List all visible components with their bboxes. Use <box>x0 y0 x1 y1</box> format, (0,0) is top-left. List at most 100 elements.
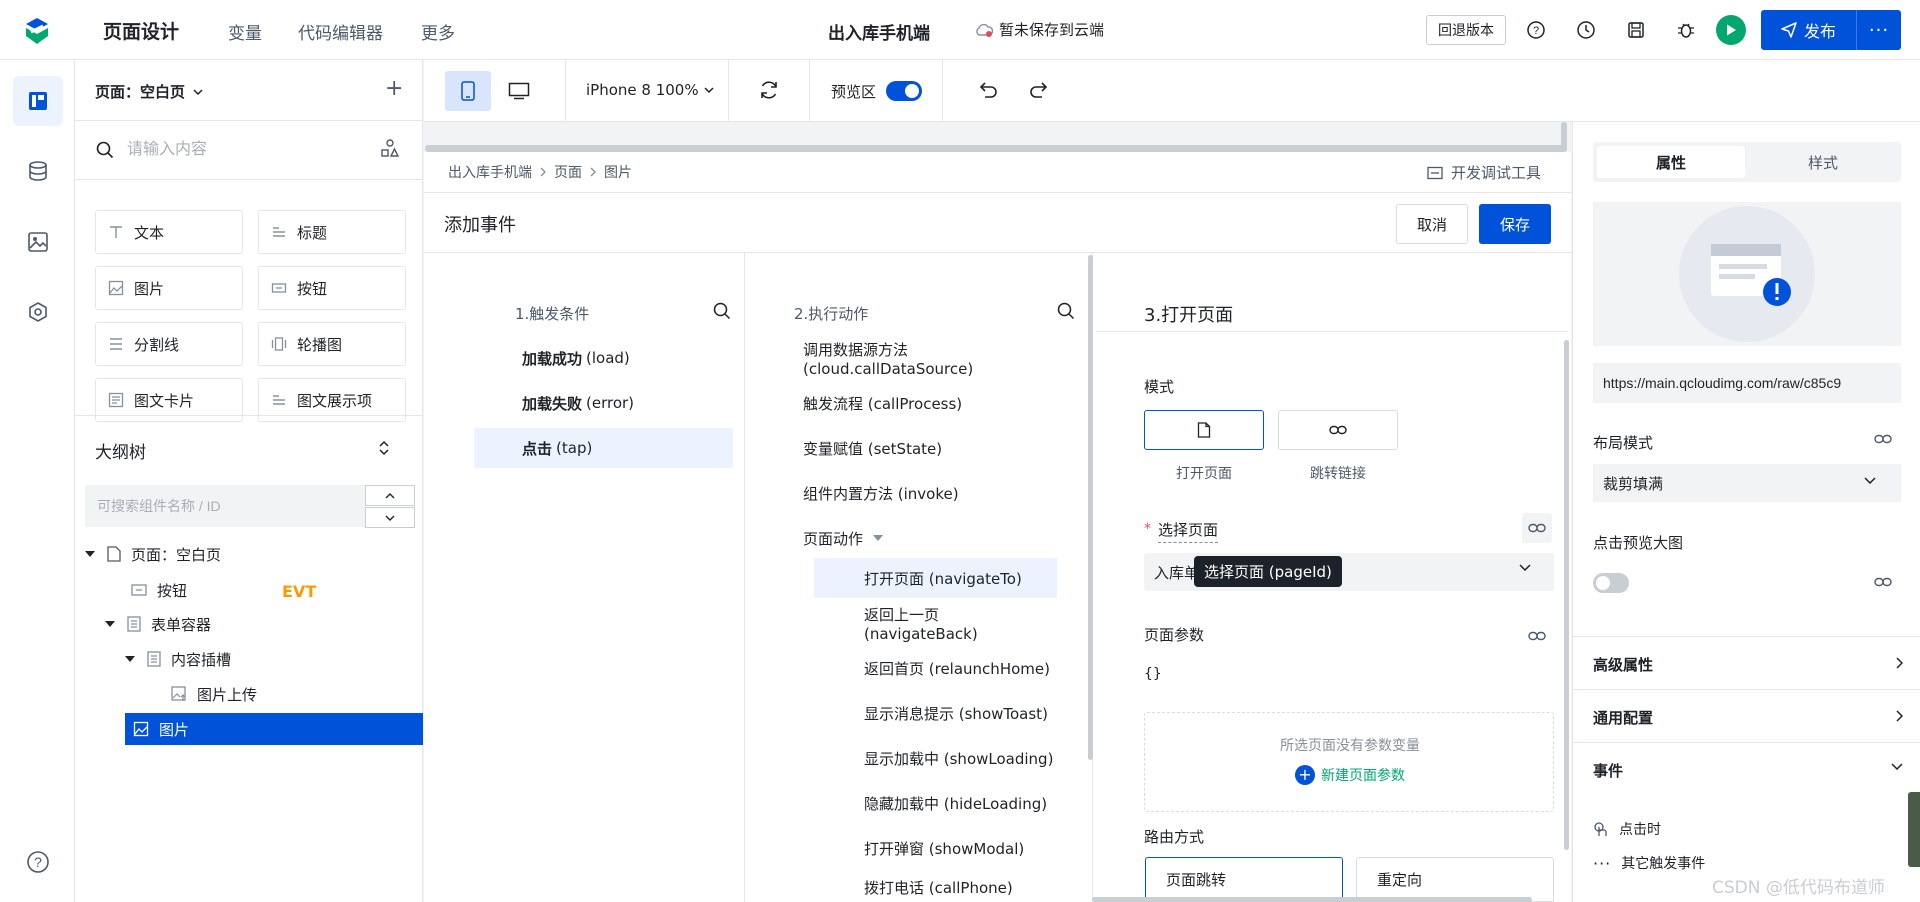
trigger-error[interactable]: 加载失败 (error) <box>474 383 734 423</box>
caret-down-icon[interactable] <box>125 654 135 664</box>
save-icon[interactable] <box>1624 18 1648 42</box>
device-size-select[interactable]: iPhone 8 100% <box>586 81 714 99</box>
canvas-vertical-scrollbar[interactable] <box>1561 122 1567 152</box>
action-navigate-back[interactable]: 返回上一页 (navigateBack) <box>814 603 1057 643</box>
image-preview[interactable] <box>1593 202 1901 346</box>
component-text[interactable]: 文本 <box>95 210 243 254</box>
canvas-horizontal-scrollbar[interactable] <box>425 145 1565 152</box>
event-on-click[interactable]: 点击时 <box>1593 819 1661 839</box>
section-events[interactable]: 事件 <box>1573 742 1920 795</box>
action-show-toast[interactable]: 显示消息提示 (showToast) <box>814 693 1057 733</box>
search-icon[interactable] <box>713 302 731 320</box>
save-button[interactable]: 保存 <box>1479 204 1551 244</box>
action-call-datasource[interactable]: 调用数据源方法 (cloud.callDataSource) <box>803 338 1063 378</box>
floating-side-widget[interactable] <box>1908 792 1920 867</box>
help-icon[interactable]: ? <box>1524 18 1548 42</box>
refresh-icon[interactable] <box>758 79 780 101</box>
tab-styles[interactable]: 样式 <box>1749 146 1897 178</box>
action-relaunch-home[interactable]: 返回首页 (relaunchHome) <box>814 648 1057 688</box>
bind-variable-link-icon[interactable] <box>1874 434 1892 444</box>
component-image[interactable]: 图片 <box>95 266 243 310</box>
cancel-button[interactable]: 取消 <box>1396 204 1468 244</box>
action-invoke[interactable]: 组件内置方法 (invoke) <box>803 473 1063 513</box>
bind-variable-link-icon[interactable] <box>1522 513 1552 543</box>
expand-collapse-icon[interactable] <box>377 440 391 456</box>
tree-node-content-slot[interactable]: 内容插槽 <box>75 642 423 676</box>
save-status-text: 暂未保存到云端 <box>999 21 1105 39</box>
history-icon[interactable] <box>1574 18 1598 42</box>
bind-variable-link-icon[interactable] <box>1874 577 1892 587</box>
outline-prev-button[interactable] <box>365 485 415 506</box>
component-heading[interactable]: 标题 <box>258 210 406 254</box>
layout-mode-select[interactable]: 裁剪填满 <box>1593 464 1901 502</box>
tree-node-image-selected[interactable]: 图片 <box>125 713 423 745</box>
tree-node-image-upload[interactable]: 图片上传 <box>75 677 423 711</box>
add-page-button[interactable]: + <box>385 76 403 101</box>
mobile-device-icon[interactable] <box>445 71 491 111</box>
page-layout-icon[interactable] <box>13 76 63 126</box>
mode-link-button[interactable] <box>1278 410 1398 450</box>
tree-node-form-container[interactable]: 表单容器 <box>75 607 423 641</box>
outline-next-button[interactable] <box>365 507 415 528</box>
tree-node-page[interactable]: 页面：空白页 <box>75 537 423 571</box>
action-navigate-to-selected[interactable]: 打开页面 (navigateTo) <box>814 558 1057 598</box>
image-url-input[interactable] <box>1593 363 1901 403</box>
breadcrumb-component[interactable]: 图片 <box>604 162 632 182</box>
desktop-device-icon[interactable] <box>496 71 542 111</box>
undo-icon[interactable] <box>977 79 999 101</box>
caret-down-icon[interactable] <box>85 549 95 559</box>
redo-icon[interactable] <box>1028 79 1050 101</box>
button-icon <box>131 583 147 597</box>
page-selector[interactable]: 页面：空白页 <box>95 81 203 102</box>
section-advanced[interactable]: 高级属性 <box>1573 636 1920 689</box>
run-preview-button[interactable] <box>1716 15 1746 45</box>
tree-node-button[interactable]: 按钮 <box>75 573 423 607</box>
action-call-process[interactable]: 触发流程 (callProcess) <box>803 383 1063 423</box>
publish-button[interactable]: 发布 <box>1761 10 1857 50</box>
rollback-button[interactable]: 回退版本 <box>1426 15 1506 45</box>
trigger-tap-selected[interactable]: 点击 (tap) <box>474 428 733 468</box>
mode-open-page-button[interactable] <box>1144 410 1264 450</box>
debug-bug-icon[interactable] <box>1674 18 1698 42</box>
settings-hexagon-icon[interactable] <box>13 287 63 337</box>
bind-variable-link-icon[interactable] <box>1522 621 1552 651</box>
new-page-param-button[interactable]: + 新建页面参数 <box>1145 765 1555 785</box>
action-hide-loading[interactable]: 隐藏加载中 (hideLoading) <box>814 783 1057 823</box>
tab-properties[interactable]: 属性 <box>1597 146 1745 178</box>
component-search-input[interactable] <box>127 135 357 165</box>
help-circle-icon[interactable]: ? <box>13 837 63 887</box>
action-set-state[interactable]: 变量赋值 (setState) <box>803 428 1063 468</box>
nav-variables[interactable]: 变量 <box>228 19 262 44</box>
publish-more-button[interactable]: ··· <box>1857 20 1901 41</box>
component-carousel[interactable]: 轮播图 <box>258 322 406 366</box>
click-preview-toggle[interactable] <box>1593 573 1629 593</box>
dialog-horizontal-scrollbar[interactable] <box>1092 897 1532 902</box>
route-redirect-button[interactable]: 重定向 <box>1356 857 1554 902</box>
breadcrumb-app[interactable]: 出入库手机端 <box>448 162 532 182</box>
action-call-phone[interactable]: 拨打电话 (callPhone) <box>814 872 1057 902</box>
nav-more[interactable]: 更多 <box>421 19 455 44</box>
component-button[interactable]: 按钮 <box>258 266 406 310</box>
route-navigate-button[interactable]: 页面跳转 <box>1145 857 1343 902</box>
preview-toggle[interactable] <box>886 81 922 101</box>
search-icon[interactable] <box>1057 302 1075 320</box>
section-general[interactable]: 通用配置 <box>1573 689 1920 742</box>
component-library-icon[interactable] <box>380 138 400 158</box>
trigger-load[interactable]: 加载成功 (load) <box>474 338 734 378</box>
caret-down-icon[interactable] <box>105 619 115 629</box>
action-show-loading[interactable]: 显示加载中 (showLoading) <box>814 738 1057 778</box>
actions-scrollbar[interactable] <box>1088 255 1093 760</box>
image-asset-icon[interactable] <box>13 217 63 267</box>
chevron-down-icon <box>1519 564 1531 571</box>
action-group-page[interactable]: 页面动作 <box>803 518 1063 558</box>
event-other-triggers[interactable]: ··· 其它触发事件 <box>1593 853 1705 873</box>
action-show-modal[interactable]: 打开弹窗 (showModal) <box>814 828 1057 868</box>
outline-search-input[interactable] <box>85 485 365 527</box>
app-logo-icon[interactable] <box>22 16 52 46</box>
database-icon[interactable] <box>13 146 63 196</box>
breadcrumb-page[interactable]: 页面 <box>554 162 582 182</box>
component-divider[interactable]: 分割线 <box>95 322 243 366</box>
nav-code-editor[interactable]: 代码编辑器 <box>298 19 383 44</box>
devtools-button[interactable]: 开发调试工具 <box>1427 162 1541 183</box>
config-scrollbar[interactable] <box>1564 340 1569 850</box>
